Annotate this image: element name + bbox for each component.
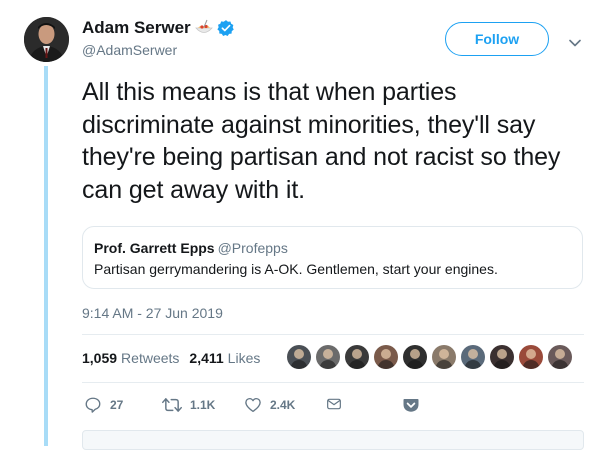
reply-icon	[85, 397, 101, 413]
pasta-bowl-icon	[194, 19, 214, 37]
like-action[interactable]: 2.4K	[244, 396, 295, 414]
liker-avatar[interactable]	[403, 345, 427, 369]
verified-badge-icon	[217, 19, 235, 37]
liker-avatar[interactable]	[548, 345, 572, 369]
liker-avatar[interactable]	[287, 345, 311, 369]
likes-label[interactable]: Likes	[228, 350, 261, 366]
retweets-label[interactable]: Retweets	[121, 350, 179, 366]
reply-compose-box[interactable]	[82, 430, 584, 450]
engagement-stats: 1,059 Retweets 2,411 Likes	[82, 350, 260, 366]
liker-avatar[interactable]	[374, 345, 398, 369]
author-avatar[interactable]	[24, 17, 69, 62]
retweet-icon	[162, 398, 182, 412]
quoted-tweet-text: Partisan gerrymandering is A-OK. Gentlem…	[94, 261, 498, 277]
author-handle[interactable]: @AdamSerwer	[82, 42, 177, 58]
reply-count: 27	[110, 398, 124, 412]
liker-avatar[interactable]	[461, 345, 485, 369]
liker-avatar[interactable]	[316, 345, 340, 369]
divider-top	[82, 334, 584, 335]
retweets-count[interactable]: 1,059	[82, 350, 117, 366]
liker-avatar[interactable]	[519, 345, 543, 369]
quoted-author-name: Prof. Garrett Epps	[94, 240, 215, 256]
tweet-timestamp[interactable]: 9:14 AM - 27 Jun 2019	[82, 305, 223, 321]
follow-button[interactable]: Follow	[445, 22, 549, 56]
pocket-icon	[403, 399, 419, 412]
chevron-down-icon[interactable]	[569, 34, 581, 52]
envelope-icon	[327, 398, 341, 410]
liker-avatar[interactable]	[432, 345, 456, 369]
action-bar: 27 1.1K 2.4K	[82, 396, 422, 416]
like-count: 2.4K	[270, 398, 296, 412]
author-display-name[interactable]: Adam Serwer	[82, 18, 191, 38]
liker-avatar[interactable]	[345, 345, 369, 369]
direct-message-action[interactable]	[326, 396, 342, 412]
heart-icon	[245, 397, 261, 413]
pocket-save-action[interactable]	[402, 396, 420, 414]
likes-count[interactable]: 2,411	[189, 350, 223, 366]
divider-bottom	[82, 382, 584, 383]
quoted-author-handle: @Profepps	[217, 240, 288, 256]
quoted-tweet-card[interactable]: Prof. Garrett Epps @Profepps Partisan ger…	[82, 226, 583, 289]
liker-avatar[interactable]	[490, 345, 514, 369]
reply-action[interactable]: 27	[84, 396, 123, 414]
thread-line	[44, 66, 48, 446]
retweet-count: 1.1K	[190, 398, 216, 412]
retweet-action[interactable]: 1.1K	[162, 396, 215, 414]
quoted-tweet-header: Prof. Garrett Epps @Profepps	[94, 240, 582, 256]
author-name-row: Adam Serwer	[82, 18, 235, 38]
tweet-text: All this means is that when parties disc…	[82, 78, 561, 204]
liker-avatars	[287, 345, 577, 369]
